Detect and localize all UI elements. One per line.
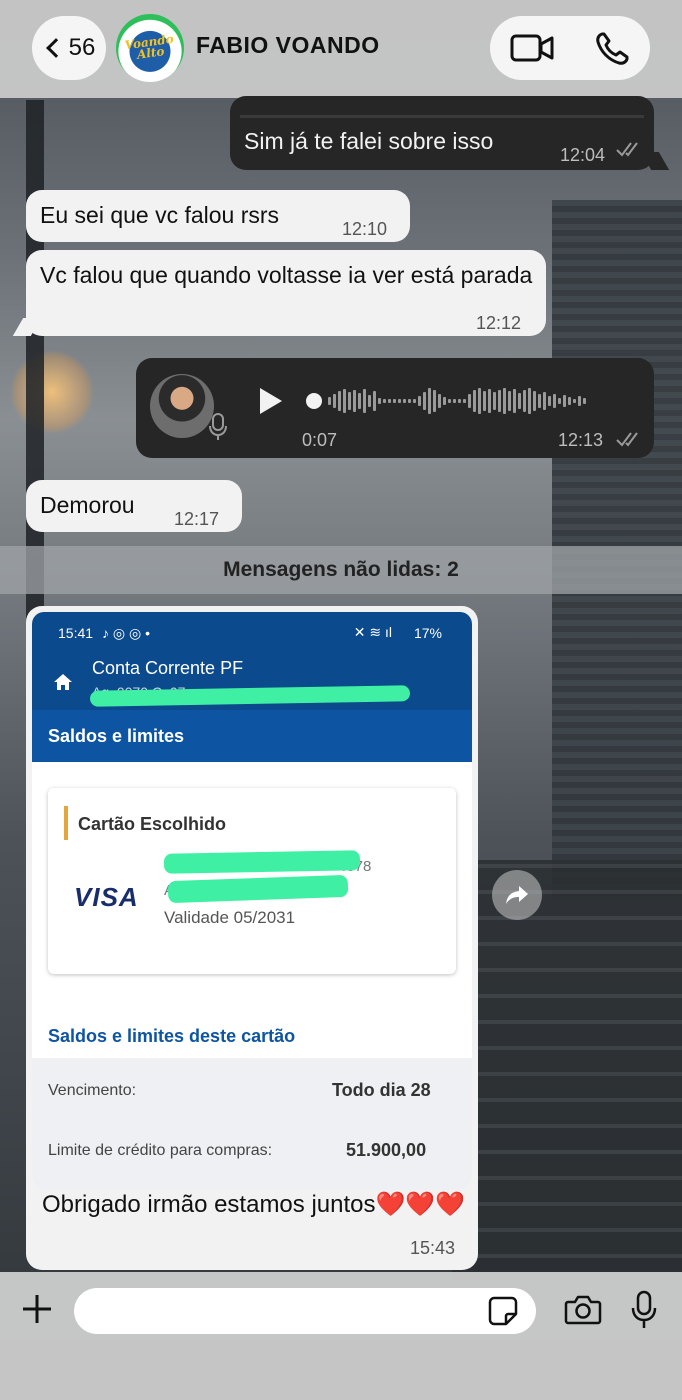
incoming-message[interactable]: Vc falou que quando voltasse ia ver está… [26, 250, 546, 336]
outgoing-message[interactable]: Sim já te falei sobre isso 12:04 [230, 96, 654, 170]
limit-value: 51.900,00 [346, 1140, 427, 1160]
audio-waveform[interactable] [306, 386, 636, 416]
redaction-mark [163, 850, 361, 874]
image-message[interactable]: 15:41 ♪ ◎ ◎ • 17% ✕ ≋ ıl Conta Corrente … [26, 606, 478, 1270]
phone-icon[interactable] [594, 31, 630, 67]
wallpaper-laptop [452, 860, 682, 1280]
double-check-icon [616, 142, 638, 157]
avatar[interactable]: Voando Alto [116, 14, 184, 82]
camera-icon[interactable] [564, 1294, 602, 1326]
contact-name[interactable]: FABIO VOANDO [196, 32, 380, 59]
quoted-message-edge [240, 96, 644, 118]
sender-avatar [150, 374, 214, 438]
chevron-left-icon [45, 38, 66, 58]
message-time: 12:04 [560, 145, 606, 165]
message-time: 12:13 [558, 430, 604, 450]
section-title: Saldos e limites [48, 726, 185, 746]
message-text: Demorou [40, 492, 135, 518]
play-icon[interactable] [258, 386, 284, 416]
screenshot-image[interactable]: 15:41 ♪ ◎ ◎ • 17% ✕ ≋ ıl Conta Corrente … [32, 612, 472, 1190]
message-input[interactable] [74, 1288, 536, 1334]
status-time: 15:41 [58, 625, 94, 641]
microphone-icon[interactable] [630, 1290, 658, 1330]
sticker-icon[interactable] [488, 1296, 518, 1326]
double-check-icon [616, 432, 638, 447]
message-text: Eu sei que vc falou rsrs [40, 202, 280, 228]
screenshot-status-bar: 15:41 ♪ ◎ ◎ • 17% ✕ ≋ ıl [32, 612, 472, 652]
card-panel: Cartão Escolhido VISA 4078 A Validade 05… [48, 788, 456, 974]
plus-icon[interactable] [20, 1292, 54, 1326]
limit-label: Limite de crédito para compras: [48, 1142, 273, 1159]
card-validity: Validade 05/2031 [164, 908, 296, 927]
account-title: Conta Corrente PF [92, 658, 244, 678]
message-text: Vc falou que quando voltasse ia ver está… [40, 262, 533, 288]
limits-title: Saldos e limites deste cartão [48, 1026, 296, 1046]
incoming-message[interactable]: Eu sei que vc falou rsrs 12:10 [26, 190, 410, 242]
limits-panel: Vencimento: Todo dia 28 Limite de crédit… [32, 1058, 472, 1190]
incoming-message[interactable]: Demorou 12:17 [26, 480, 242, 532]
card-accent-mark [64, 806, 68, 840]
status-app-icons: ♪ ◎ ◎ • [102, 625, 151, 641]
unread-count: 56 [68, 34, 96, 61]
due-value: Todo dia 28 [332, 1080, 431, 1100]
forward-button[interactable] [492, 870, 542, 920]
battery-level: 17% [413, 625, 442, 641]
image-caption: Obrigado irmão estamos juntos❤️❤️❤️ [42, 1191, 466, 1218]
redaction-mark [167, 874, 349, 904]
message-time: 15:43 [410, 1238, 456, 1258]
due-label: Vencimento: [48, 1082, 137, 1099]
message-time: 12:10 [342, 219, 388, 239]
visa-logo: VISA [74, 882, 139, 912]
home-icon [54, 674, 72, 690]
message-time: 12:17 [174, 509, 220, 529]
message-text: Sim já te falei sobre isso [244, 128, 494, 154]
signal-icons: ✕ ≋ ıl [353, 624, 392, 640]
avatar-logo-text: Voando Alto [123, 31, 175, 62]
voice-duration: 0:07 [302, 430, 338, 450]
screenshot-section-header: Saldos e limites [32, 710, 472, 762]
message-composer [0, 1272, 682, 1400]
forward-icon [506, 886, 528, 904]
playback-scrubber[interactable] [306, 393, 322, 409]
voice-message[interactable]: 0:07 12:13 [136, 358, 654, 458]
back-button[interactable]: 56 [32, 16, 106, 80]
card-title: Cartão Escolhido [78, 814, 227, 834]
video-camera-icon[interactable] [510, 33, 556, 63]
call-actions [490, 16, 650, 80]
microphone-icon [209, 413, 227, 440]
unread-messages-banner: Mensagens não lidas: 2 [0, 546, 682, 594]
screenshot-app-bar: Conta Corrente PF Ag. 0070 C. 07 [32, 652, 472, 710]
chat-header: 56 Voando Alto FABIO VOANDO [0, 0, 682, 98]
message-time: 12:12 [476, 313, 522, 333]
